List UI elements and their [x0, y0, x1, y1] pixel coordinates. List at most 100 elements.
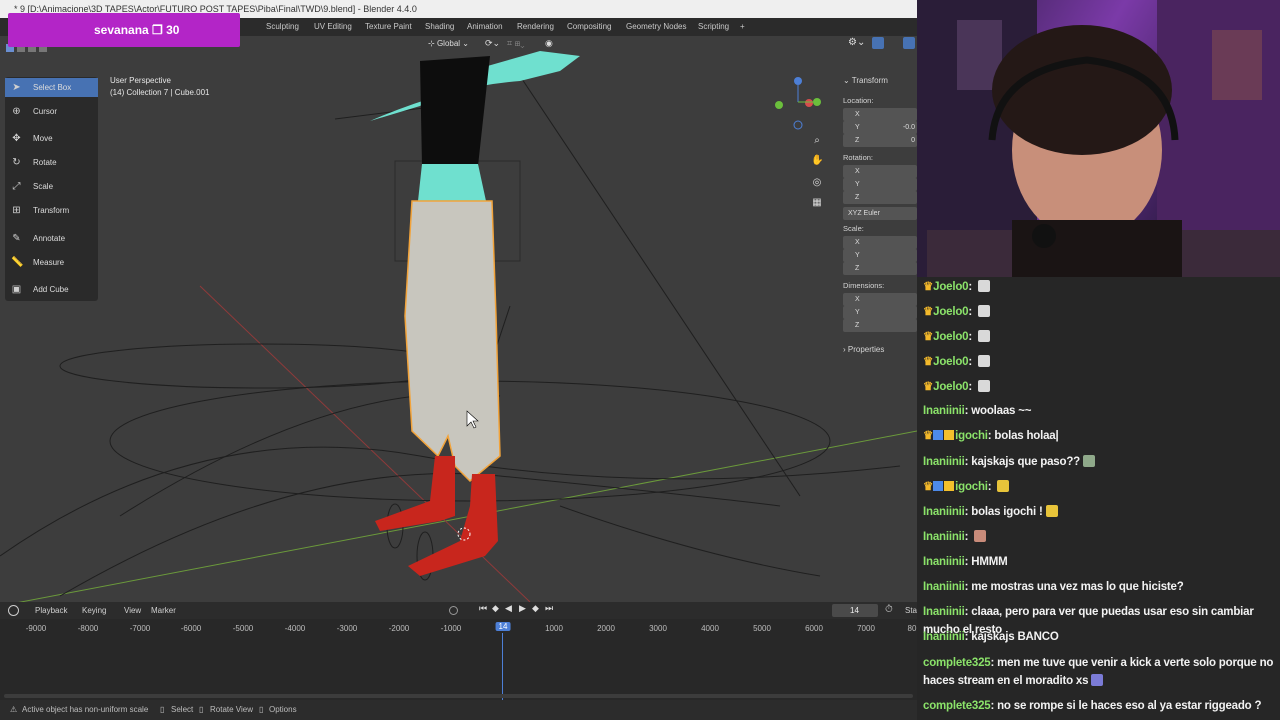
chat-username[interactable]: Inaniinii	[923, 506, 965, 518]
chat-username[interactable]: igochi	[955, 481, 988, 493]
menu-marker[interactable]: Marker	[151, 602, 176, 619]
tab-compositing[interactable]: Compositing	[567, 18, 611, 36]
crosshair-icon: ⊕	[12, 106, 21, 117]
chat-message: ♛ igochi: bolas holaa|	[923, 430, 1059, 442]
dimensions-y-field[interactable]: Y	[843, 306, 917, 319]
play-reverse-button[interactable]: ◀	[505, 603, 512, 614]
tab-sculpting[interactable]: Sculpting	[266, 18, 299, 36]
timeline-area[interactable]: -9000 -8000 -7000 -6000 -5000 -4000 -300…	[0, 619, 917, 700]
tool-label: Annotate	[33, 234, 66, 243]
tool-add-cube[interactable]: ▣ Add Cube	[5, 280, 98, 299]
tab-rendering[interactable]: Rendering	[517, 18, 554, 36]
axis-label: X	[855, 111, 860, 118]
playhead-label[interactable]: 14	[495, 622, 511, 631]
chat-username[interactable]: Joelo0	[933, 281, 968, 293]
chat-username[interactable]: igochi	[955, 430, 988, 442]
tool-shelf: ➤ Select Box ⊕ Cursor ✥ Move ↻ Rotate ⤢ Scale…	[5, 77, 98, 301]
emote-icon	[977, 330, 990, 342]
chat-text: kajskajs que paso??	[971, 456, 1080, 468]
rotation-x-field[interactable]: X	[843, 165, 917, 178]
tab-scripting[interactable]: Scripting	[698, 18, 729, 36]
editor-type-icon[interactable]	[8, 605, 19, 616]
tab-texture-paint[interactable]: Texture Paint	[365, 18, 412, 36]
tool-move[interactable]: ✥ Move	[5, 129, 98, 148]
chat-message: Inaniinii: kajskajs BANCO	[923, 631, 1059, 643]
tool-measure[interactable]: 📏 Measure	[5, 253, 98, 272]
tool-annotate[interactable]: ✎ Annotate	[5, 229, 98, 248]
chat-username[interactable]: complete325	[923, 657, 991, 669]
chat-username[interactable]: Inaniinii	[923, 556, 965, 568]
camera-view-icon[interactable]: ◎	[811, 177, 823, 189]
menu-playback[interactable]: Playback	[35, 602, 67, 619]
chat-username[interactable]: Inaniinii	[923, 581, 965, 593]
tick-label: 80	[907, 624, 917, 633]
sidebar-transform-panel: ⌄ Transform Location: X Y -0.0 Z0 Rotatio…	[838, 72, 917, 362]
prev-keyframe-button[interactable]: ◆	[492, 603, 499, 614]
timeline-scrollbar[interactable]	[4, 694, 913, 698]
menu-keying[interactable]: Keying	[82, 602, 106, 619]
zoom-icon[interactable]: ⌕	[811, 135, 823, 147]
gizmo-toggle-icon[interactable]	[872, 37, 884, 49]
pivot-icon[interactable]: ⟳⌄	[485, 38, 500, 49]
chat-username[interactable]: Joelo0	[933, 381, 968, 393]
rotation-z-field[interactable]: Z	[843, 191, 917, 204]
navigation-gizmo[interactable]	[775, 77, 821, 130]
transform-header[interactable]: ⌄ Transform	[843, 76, 888, 85]
tool-rotate[interactable]: ↻ Rotate	[5, 153, 98, 172]
location-x-field[interactable]: X	[843, 108, 917, 121]
character-shirt	[420, 56, 490, 166]
scale-x-field[interactable]: X	[843, 236, 917, 249]
chat-username[interactable]: Inaniinii	[923, 631, 965, 643]
tool-label: Cursor	[33, 107, 58, 116]
tab-shading[interactable]: Shading	[425, 18, 454, 36]
properties-header[interactable]: › Properties	[843, 345, 884, 354]
3d-viewport[interactable]: ⌕ ✋ ◎ ▦	[0, 36, 917, 602]
chat-username[interactable]: Joelo0	[933, 356, 968, 368]
orientation-dropdown[interactable]: ⊹ Global ⌄	[428, 37, 469, 51]
tab-animation[interactable]: Animation	[467, 18, 503, 36]
tool-select-box[interactable]: ➤ Select Box	[5, 78, 98, 97]
chat-username[interactable]: complete325	[923, 700, 991, 712]
menu-view[interactable]: View	[124, 602, 141, 619]
viewport-scene	[0, 51, 917, 602]
chat-username[interactable]: Inaniinii	[923, 456, 965, 468]
autokey-icon[interactable]	[449, 606, 458, 615]
tool-transform[interactable]: ⊞ Transform	[5, 201, 98, 220]
rotation-y-field[interactable]: Y	[843, 178, 917, 191]
pan-hand-icon[interactable]: ✋	[811, 155, 823, 167]
chat-username[interactable]: Inaniinii	[923, 531, 965, 543]
axis-label: Y	[855, 309, 860, 316]
snap-icon[interactable]: ⌗ ⊞⌄	[507, 38, 525, 49]
jump-start-button[interactable]: ⏮	[479, 603, 487, 614]
scale-z-field[interactable]: Z	[843, 262, 917, 275]
location-z-field[interactable]: Z0	[843, 134, 917, 147]
current-frame-field[interactable]: 14	[832, 604, 878, 617]
grid-view-icon[interactable]: ▦	[811, 197, 823, 209]
dimensions-x-field[interactable]: X	[843, 293, 917, 306]
chat-username[interactable]: Joelo0	[933, 306, 968, 318]
add-workspace-button[interactable]: +	[740, 18, 745, 36]
proportional-edit-icon[interactable]: ◉	[545, 38, 553, 49]
emote-icon	[1082, 455, 1095, 467]
rotation-mode-dropdown[interactable]: XYZ Euler	[843, 207, 917, 220]
jump-end-button[interactable]: ⏭	[545, 603, 553, 614]
visibility-icon[interactable]: ⚙⌄	[848, 37, 865, 48]
chat-username[interactable]: Inaniinii	[923, 606, 965, 618]
tool-scale[interactable]: ⤢ Scale	[5, 177, 98, 196]
tab-geometry-nodes[interactable]: Geometry Nodes	[626, 18, 686, 36]
chat-username[interactable]: Inaniinii	[923, 405, 965, 417]
orientation-value: Global	[436, 39, 461, 48]
tool-cursor[interactable]: ⊕ Cursor	[5, 102, 98, 121]
dimensions-z-field[interactable]: Z	[843, 319, 917, 332]
pencil-icon: ✎	[12, 233, 21, 244]
clock-icon[interactable]: ⏱	[885, 604, 893, 615]
chat-text: kajskajs BANCO	[971, 631, 1059, 643]
start-frame-label[interactable]: Sta	[905, 602, 917, 619]
overlay-toggle-icon[interactable]	[903, 37, 915, 49]
scale-y-field[interactable]: Y	[843, 249, 917, 262]
chat-username[interactable]: Joelo0	[933, 331, 968, 343]
tab-uv-editing[interactable]: UV Editing	[314, 18, 352, 36]
play-button[interactable]: ▶	[519, 603, 526, 614]
next-keyframe-button[interactable]: ◆	[532, 603, 539, 614]
location-y-field[interactable]: Y -0.0	[843, 121, 917, 134]
